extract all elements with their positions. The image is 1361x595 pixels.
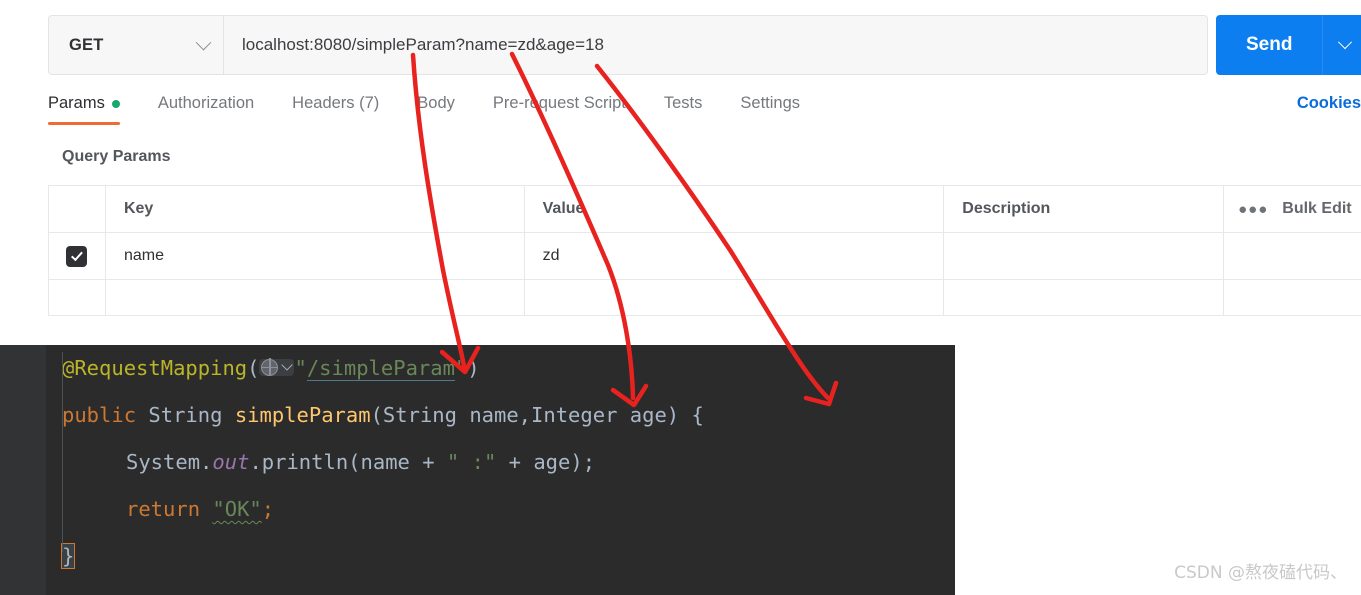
- chevron-down-icon: [1337, 35, 1353, 50]
- row-checkbox-cell: [49, 233, 106, 280]
- header-key: Key: [105, 186, 525, 233]
- quote-close-token: ": [454, 356, 468, 380]
- tab-pre-request-script-label: Pre-request Script: [492, 94, 626, 112]
- url-row: GET localhost:8080/simpleParam?name=zd&a…: [48, 15, 1361, 75]
- url-input[interactable]: localhost:8080/simpleParam?name=zd&age=1…: [223, 15, 1208, 75]
- empty-row-key-input[interactable]: [105, 280, 525, 316]
- empty-row-value-input[interactable]: [524, 280, 945, 316]
- tab-pre-request-script[interactable]: Pre-request Script: [493, 94, 626, 125]
- return-type-token: String: [148, 403, 223, 427]
- row-enabled-checkbox[interactable]: [66, 245, 88, 267]
- query-params-title: Query Params: [62, 148, 171, 165]
- tab-settings-label: Settings: [740, 94, 801, 112]
- tab-tests[interactable]: Tests: [664, 94, 703, 125]
- send-options-button[interactable]: [1322, 15, 1361, 75]
- modifier-token: public: [62, 403, 137, 427]
- closing-brace-token: }: [60, 543, 76, 569]
- http-method-select[interactable]: GET: [48, 15, 223, 75]
- code-editor[interactable]: @RequestMapping( "/simpleParam") public S…: [0, 345, 955, 595]
- tab-authorization[interactable]: Authorization: [158, 94, 254, 125]
- tab-tests-label: Tests: [663, 94, 703, 112]
- tab-headers-label: Headers (7): [292, 94, 380, 112]
- empty-row-checkbox-cell: [49, 280, 106, 316]
- chevron-down-icon: [195, 34, 212, 50]
- println-tail-token: + age);: [496, 450, 596, 474]
- string-literal-token: " :": [446, 450, 497, 474]
- header-description: Description: [944, 186, 1225, 233]
- println-token: .println(name +: [249, 450, 447, 474]
- row-key-input[interactable]: name: [105, 233, 525, 280]
- method-signature-token: (String name,Integer age) {: [370, 403, 704, 427]
- http-method-label: GET: [69, 35, 104, 54]
- request-tabs: Params Authorization Headers (7) Body Pr…: [48, 94, 1361, 130]
- code-line-3: System.out.println(name + " :" + age);: [126, 439, 595, 486]
- tab-params-label: Params: [48, 94, 105, 112]
- code-line-5: }: [60, 533, 76, 580]
- send-button[interactable]: Send: [1216, 15, 1323, 75]
- send-group: Send: [1216, 15, 1361, 75]
- code-line-1: @RequestMapping( "/simpleParam"): [62, 345, 480, 392]
- ok-string-token: "OK": [212, 497, 262, 521]
- ellipsis-icon[interactable]: ●●●: [1238, 201, 1268, 218]
- request-builder-panel: GET localhost:8080/simpleParam?name=zd&a…: [0, 0, 1361, 345]
- indent-guide: [62, 352, 63, 552]
- tab-params[interactable]: Params: [48, 94, 120, 125]
- editor-gutter: [0, 345, 46, 595]
- empty-row-actions: [1224, 280, 1361, 316]
- cookies-link[interactable]: Cookies: [1297, 94, 1361, 113]
- return-keyword-token: return: [126, 497, 201, 521]
- header-actions: ●●● Bulk Edit: [1224, 186, 1361, 233]
- globe-endpoint-icon[interactable]: [259, 358, 295, 376]
- chevron-down-icon: [281, 359, 294, 371]
- tab-headers[interactable]: Headers (7): [292, 94, 379, 125]
- empty-row-description-input[interactable]: [944, 280, 1225, 316]
- tab-body[interactable]: Body: [417, 94, 455, 125]
- table-row[interactable]: name zd: [49, 233, 1361, 280]
- url-path-token[interactable]: /simpleParam: [306, 356, 455, 381]
- params-modified-dot-icon: [111, 99, 120, 108]
- header-value: Value: [524, 186, 945, 233]
- method-name-token: simpleParam: [234, 403, 371, 427]
- globe-icon: [260, 358, 279, 376]
- bulk-edit-button[interactable]: Bulk Edit: [1282, 200, 1351, 218]
- csdn-watermark: CSDN @熬夜磕代码、: [1174, 563, 1347, 583]
- code-line-4: return "OK";: [126, 486, 274, 533]
- system-token: System.: [126, 450, 213, 474]
- code-line-2: public String simpleParam(String name,In…: [62, 392, 704, 439]
- table-empty-row[interactable]: [49, 280, 1361, 316]
- tab-settings[interactable]: Settings: [740, 94, 800, 125]
- header-checkbox-cell: [49, 186, 106, 233]
- check-icon: [70, 248, 83, 261]
- quote-open-token: ": [294, 356, 307, 380]
- tab-authorization-label: Authorization: [157, 94, 255, 112]
- semicolon-token: ;: [261, 497, 275, 521]
- open-paren-token: (: [247, 356, 260, 380]
- annotation-token: @RequestMapping: [62, 356, 248, 380]
- row-actions: [1224, 233, 1361, 280]
- query-params-table: Key Value Description ●●● Bulk Edit name…: [48, 185, 1361, 316]
- out-field-token: out: [212, 450, 250, 474]
- close-paren-token: ): [467, 356, 480, 380]
- row-description-input[interactable]: [944, 233, 1225, 280]
- table-header-row: Key Value Description ●●● Bulk Edit: [49, 186, 1361, 233]
- row-value-input[interactable]: zd: [524, 233, 945, 280]
- tab-body-label: Body: [417, 94, 455, 112]
